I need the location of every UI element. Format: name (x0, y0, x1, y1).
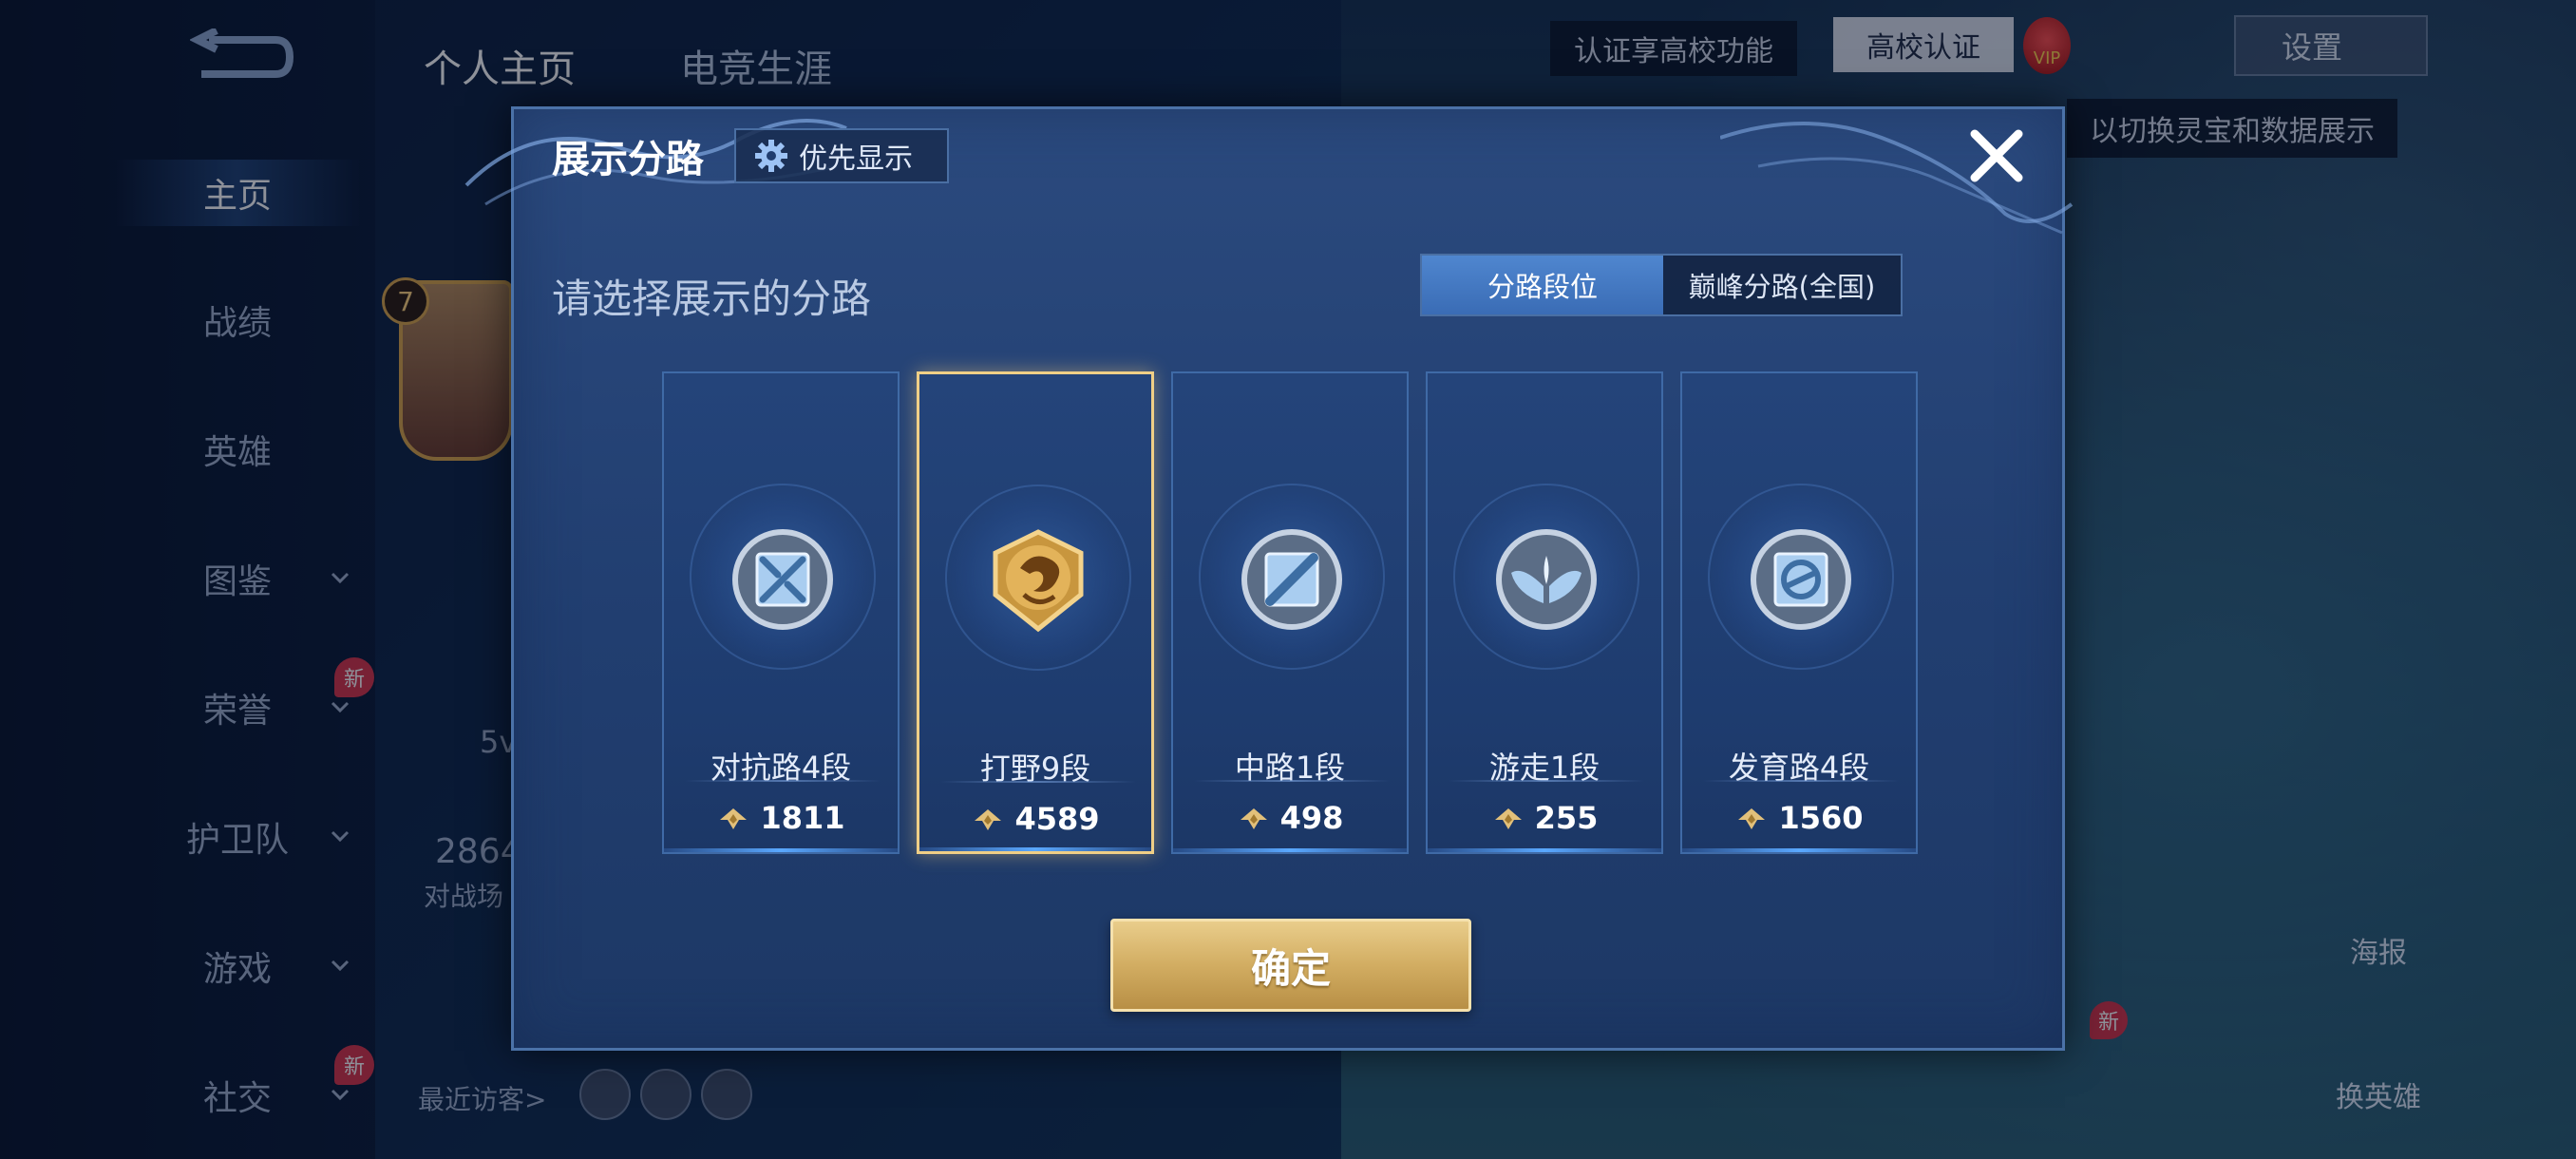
lane-card-jungle[interactable]: 打野9段 4589 (917, 371, 1154, 854)
peak-score-icon (975, 809, 1002, 830)
peak-score-icon (1240, 808, 1267, 829)
roam-wings-icon (1494, 527, 1599, 632)
dialog-title: 展示分路 (552, 138, 704, 181)
lane-card-roam[interactable]: 游走1段 255 (1426, 371, 1663, 854)
farm-lane-icon (1749, 527, 1853, 632)
close-icon (1970, 129, 2023, 182)
lane-display-dialog: 展示分路 优先显示 请选择展示的分路 分路段位 巅峰分路(全国) 对抗路4段 1… (464, 106, 2074, 1051)
jungle-dragon-icon (986, 528, 1090, 633)
mid-lane-icon (1240, 527, 1344, 632)
lane-score-value: 1560 (1778, 800, 1864, 836)
lane-score: 255 (1428, 791, 1661, 845)
tab-lane-rank[interactable]: 分路段位 (1422, 256, 1663, 314)
peak-score-icon (1738, 808, 1766, 829)
gear-icon (755, 140, 787, 172)
close-button[interactable] (1965, 124, 2028, 187)
lane-score: 1560 (1682, 791, 1916, 845)
peak-score-icon (1494, 808, 1522, 829)
section-title: 请选择展示的分路 (552, 276, 872, 322)
divider (940, 781, 1136, 783)
priority-display-label: 优先显示 (799, 142, 913, 176)
lane-score-value: 255 (1534, 800, 1599, 836)
priority-display-button[interactable]: 优先显示 (734, 128, 949, 183)
divider (1703, 780, 1899, 782)
divider (1449, 780, 1644, 782)
lane-score: 498 (1173, 791, 1407, 845)
clash-lane-icon (730, 527, 835, 632)
lane-score-value: 1811 (760, 800, 845, 836)
lane-score: 4589 (919, 792, 1151, 846)
divider (685, 780, 881, 782)
confirm-button[interactable]: 确定 (1110, 919, 1471, 1012)
confirm-label: 确定 (1250, 944, 1331, 992)
tab-peak-lane-national[interactable]: 巅峰分路(全国) (1663, 256, 1901, 314)
lane-score-value: 498 (1279, 800, 1344, 836)
peak-score-icon (720, 808, 748, 829)
lane-card-mid[interactable]: 中路1段 498 (1171, 371, 1409, 854)
lane-card-farm[interactable]: 发育路4段 1560 (1680, 371, 1918, 854)
lane-type-tabs: 分路段位 巅峰分路(全国) (1420, 254, 1903, 316)
lane-card-clash[interactable]: 对抗路4段 1811 (662, 371, 900, 854)
lane-score: 1811 (664, 791, 898, 845)
divider (1194, 780, 1390, 782)
lane-score-value: 4589 (1014, 801, 1100, 837)
